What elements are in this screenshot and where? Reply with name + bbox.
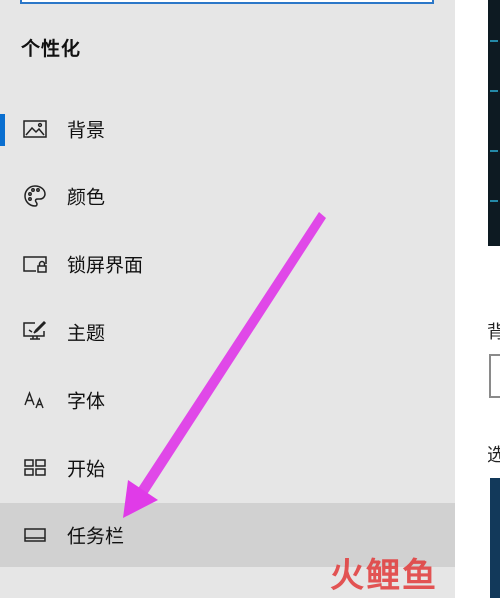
nav-label: 开始 <box>67 458 106 481</box>
desktop-preview <box>488 0 500 246</box>
settings-sidebar: 个性化 背景 颜色 锁屏界面 主题 字体 开始 任务栏 <box>0 0 455 598</box>
background-heading: 背景 <box>487 322 500 343</box>
section-title: 个性化 <box>21 38 82 60</box>
start-grid-icon <box>22 455 48 481</box>
nav-label: 锁屏界面 <box>67 254 144 277</box>
font-aa-icon <box>22 387 48 413</box>
image-icon <box>22 116 48 142</box>
nav-label: 任务栏 <box>67 525 125 548</box>
theme-brush-icon <box>22 319 48 345</box>
palette-icon <box>22 183 48 209</box>
nav-item-fonts[interactable]: 字体 <box>0 368 455 432</box>
background-type-dropdown[interactable] <box>489 354 500 398</box>
picture-thumbnail[interactable] <box>490 478 500 598</box>
active-indicator <box>0 114 5 146</box>
nav-label: 颜色 <box>67 186 106 209</box>
nav-item-colors[interactable]: 颜色 <box>0 164 455 228</box>
nav-label: 主题 <box>67 322 106 345</box>
nav-item-start[interactable]: 开始 <box>0 436 455 500</box>
taskbar-icon <box>22 522 48 548</box>
choose-picture-heading: 选择 <box>487 445 500 466</box>
watermark-logo: 火鲤鱼 <box>330 556 438 596</box>
nav-item-themes[interactable]: 主题 <box>0 300 455 364</box>
lock-screen-icon <box>22 251 48 277</box>
nav-label: 背景 <box>67 119 106 142</box>
nav-item-lock-screen[interactable]: 锁屏界面 <box>0 232 455 296</box>
nav-item-background[interactable]: 背景 <box>0 97 455 161</box>
nav-label: 字体 <box>67 390 106 413</box>
search-box[interactable] <box>20 0 434 4</box>
